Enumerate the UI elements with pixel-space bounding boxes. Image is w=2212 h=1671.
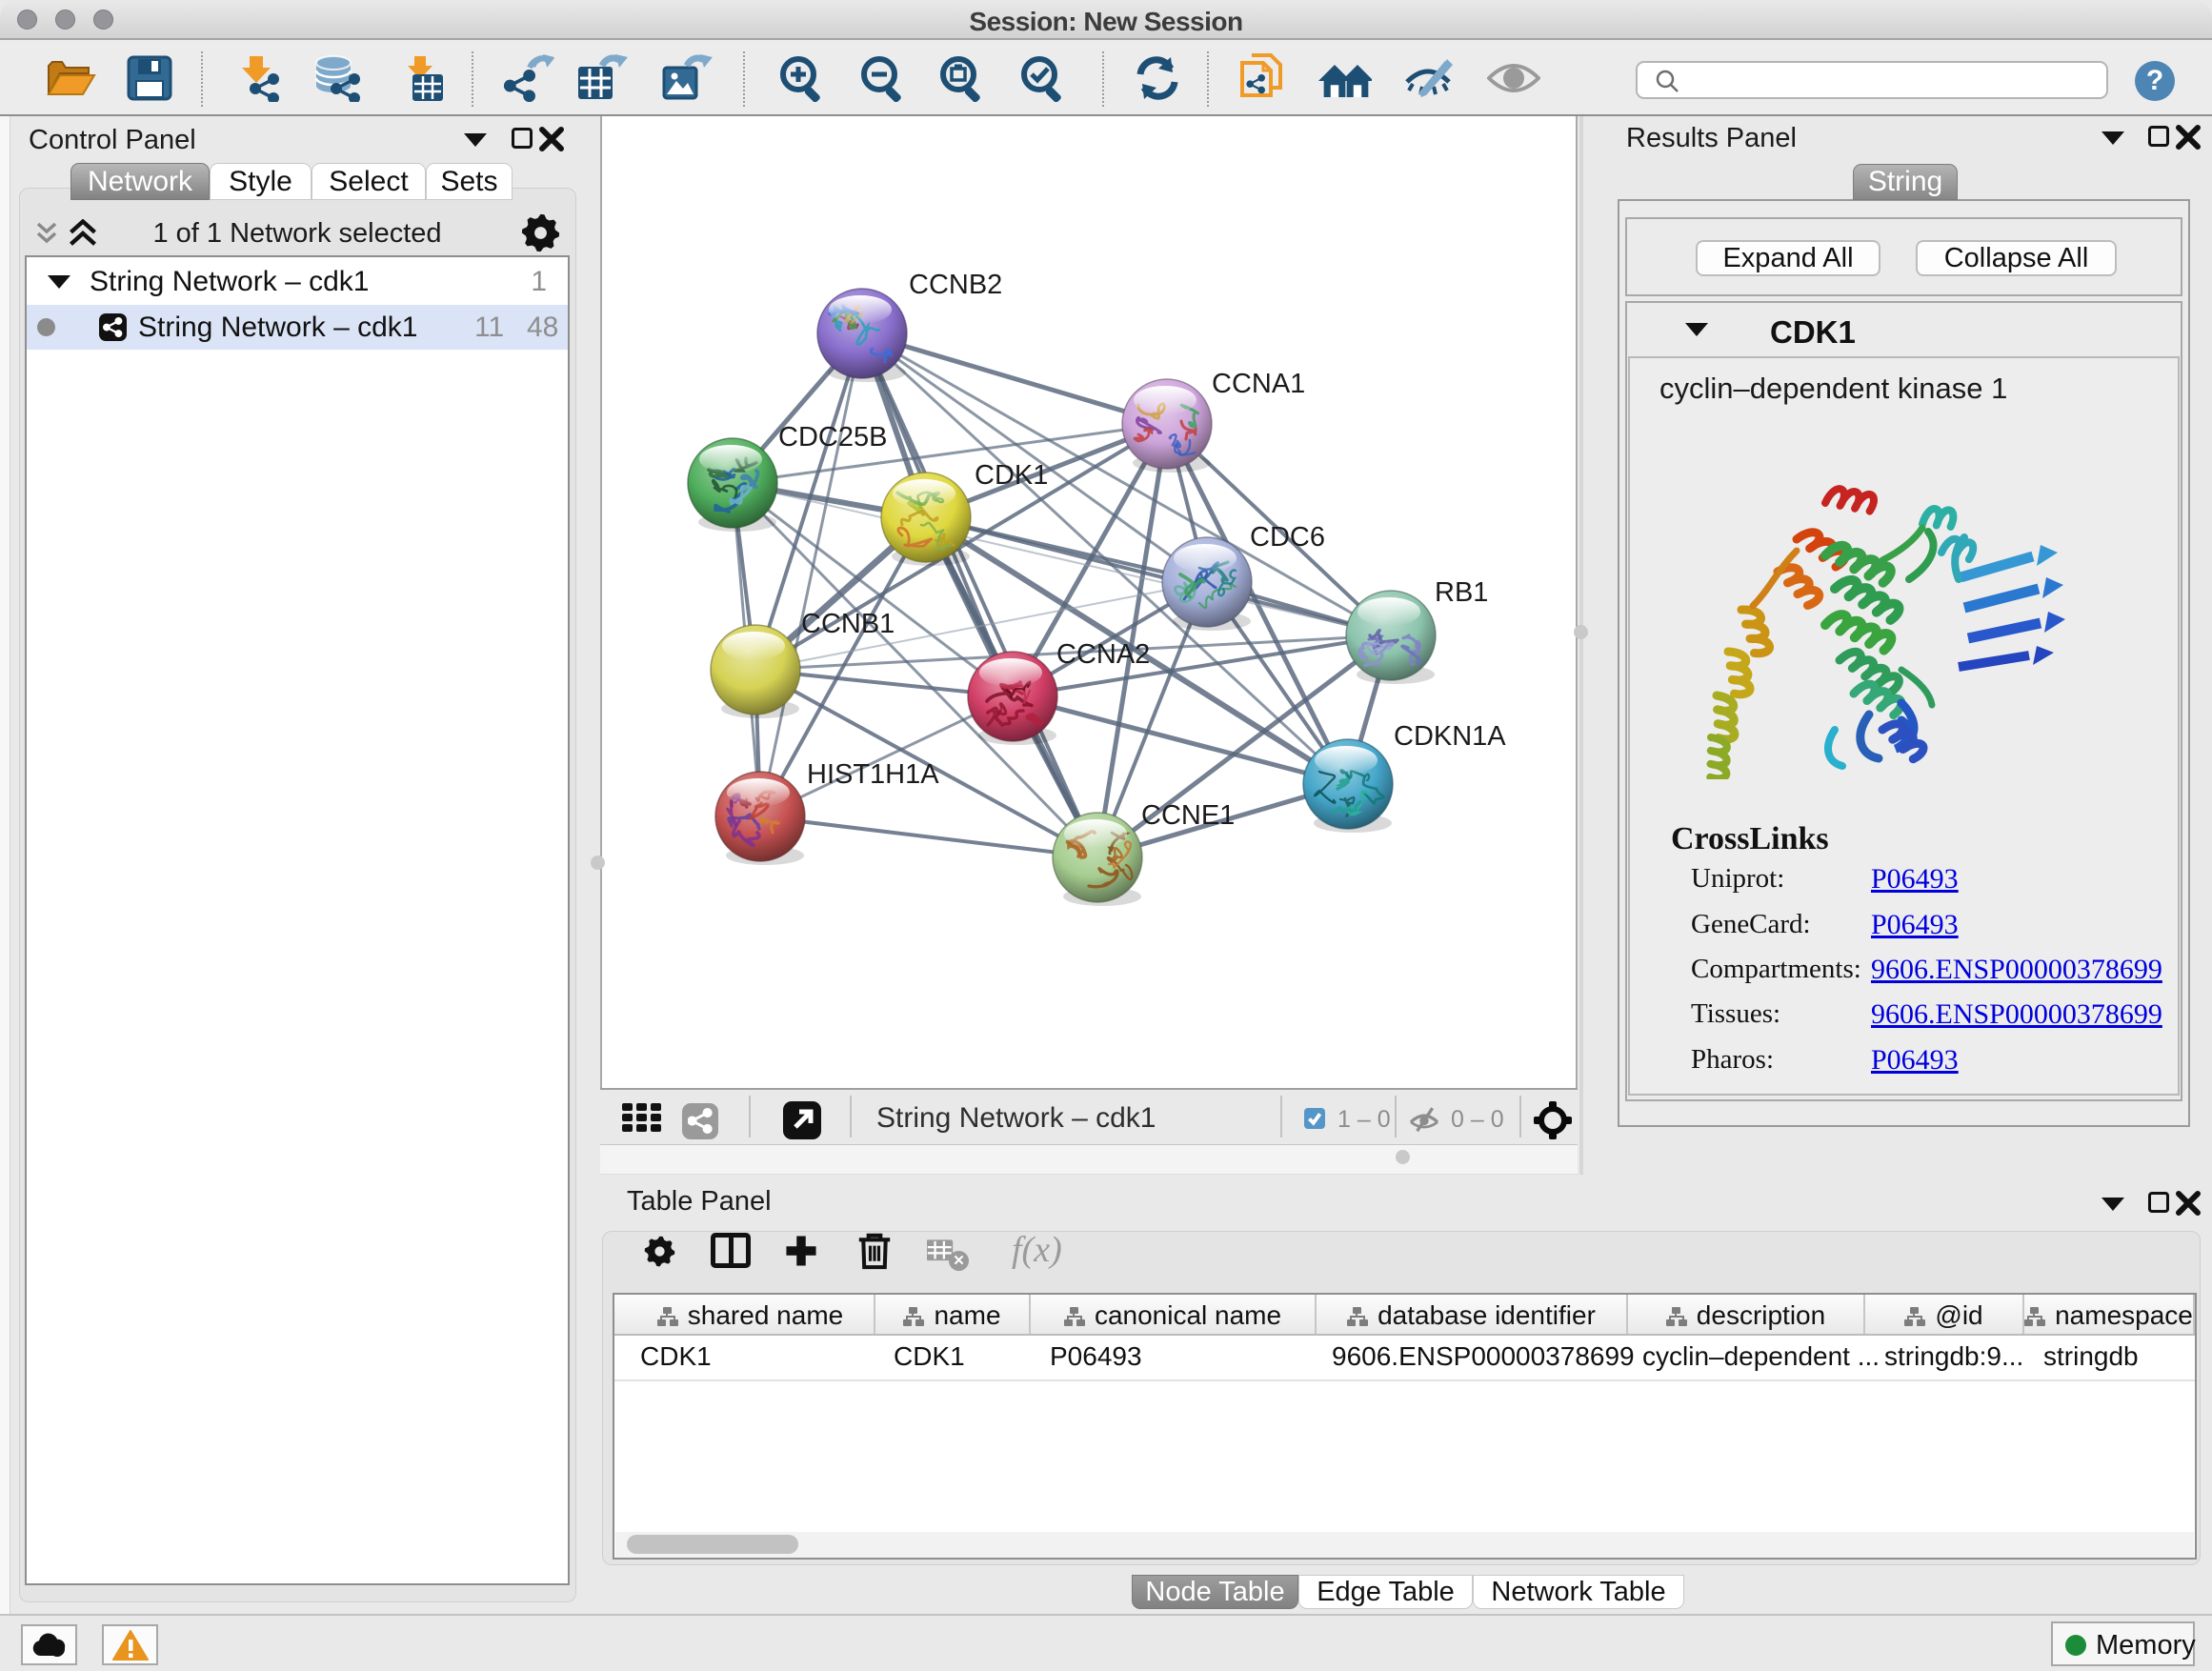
svg-text:CCNE1: CCNE1	[1141, 800, 1235, 831]
svg-text:?: ?	[2146, 65, 2163, 96]
svg-text:CCNA1: CCNA1	[1212, 369, 1305, 399]
svg-text:HIST1H1A: HIST1H1A	[807, 759, 939, 790]
svg-text:CCNB1: CCNB1	[801, 609, 895, 639]
svg-text:CCNA2: CCNA2	[1056, 639, 1150, 670]
svg-text:CCNB2: CCNB2	[909, 270, 1002, 300]
svg-text:CDC25B: CDC25B	[778, 422, 887, 453]
svg-text:CDK1: CDK1	[975, 460, 1048, 491]
svg-text:RB1: RB1	[1435, 577, 1488, 608]
svg-text:CDKN1A: CDKN1A	[1394, 721, 1506, 752]
svg-text:CDC6: CDC6	[1250, 522, 1325, 553]
